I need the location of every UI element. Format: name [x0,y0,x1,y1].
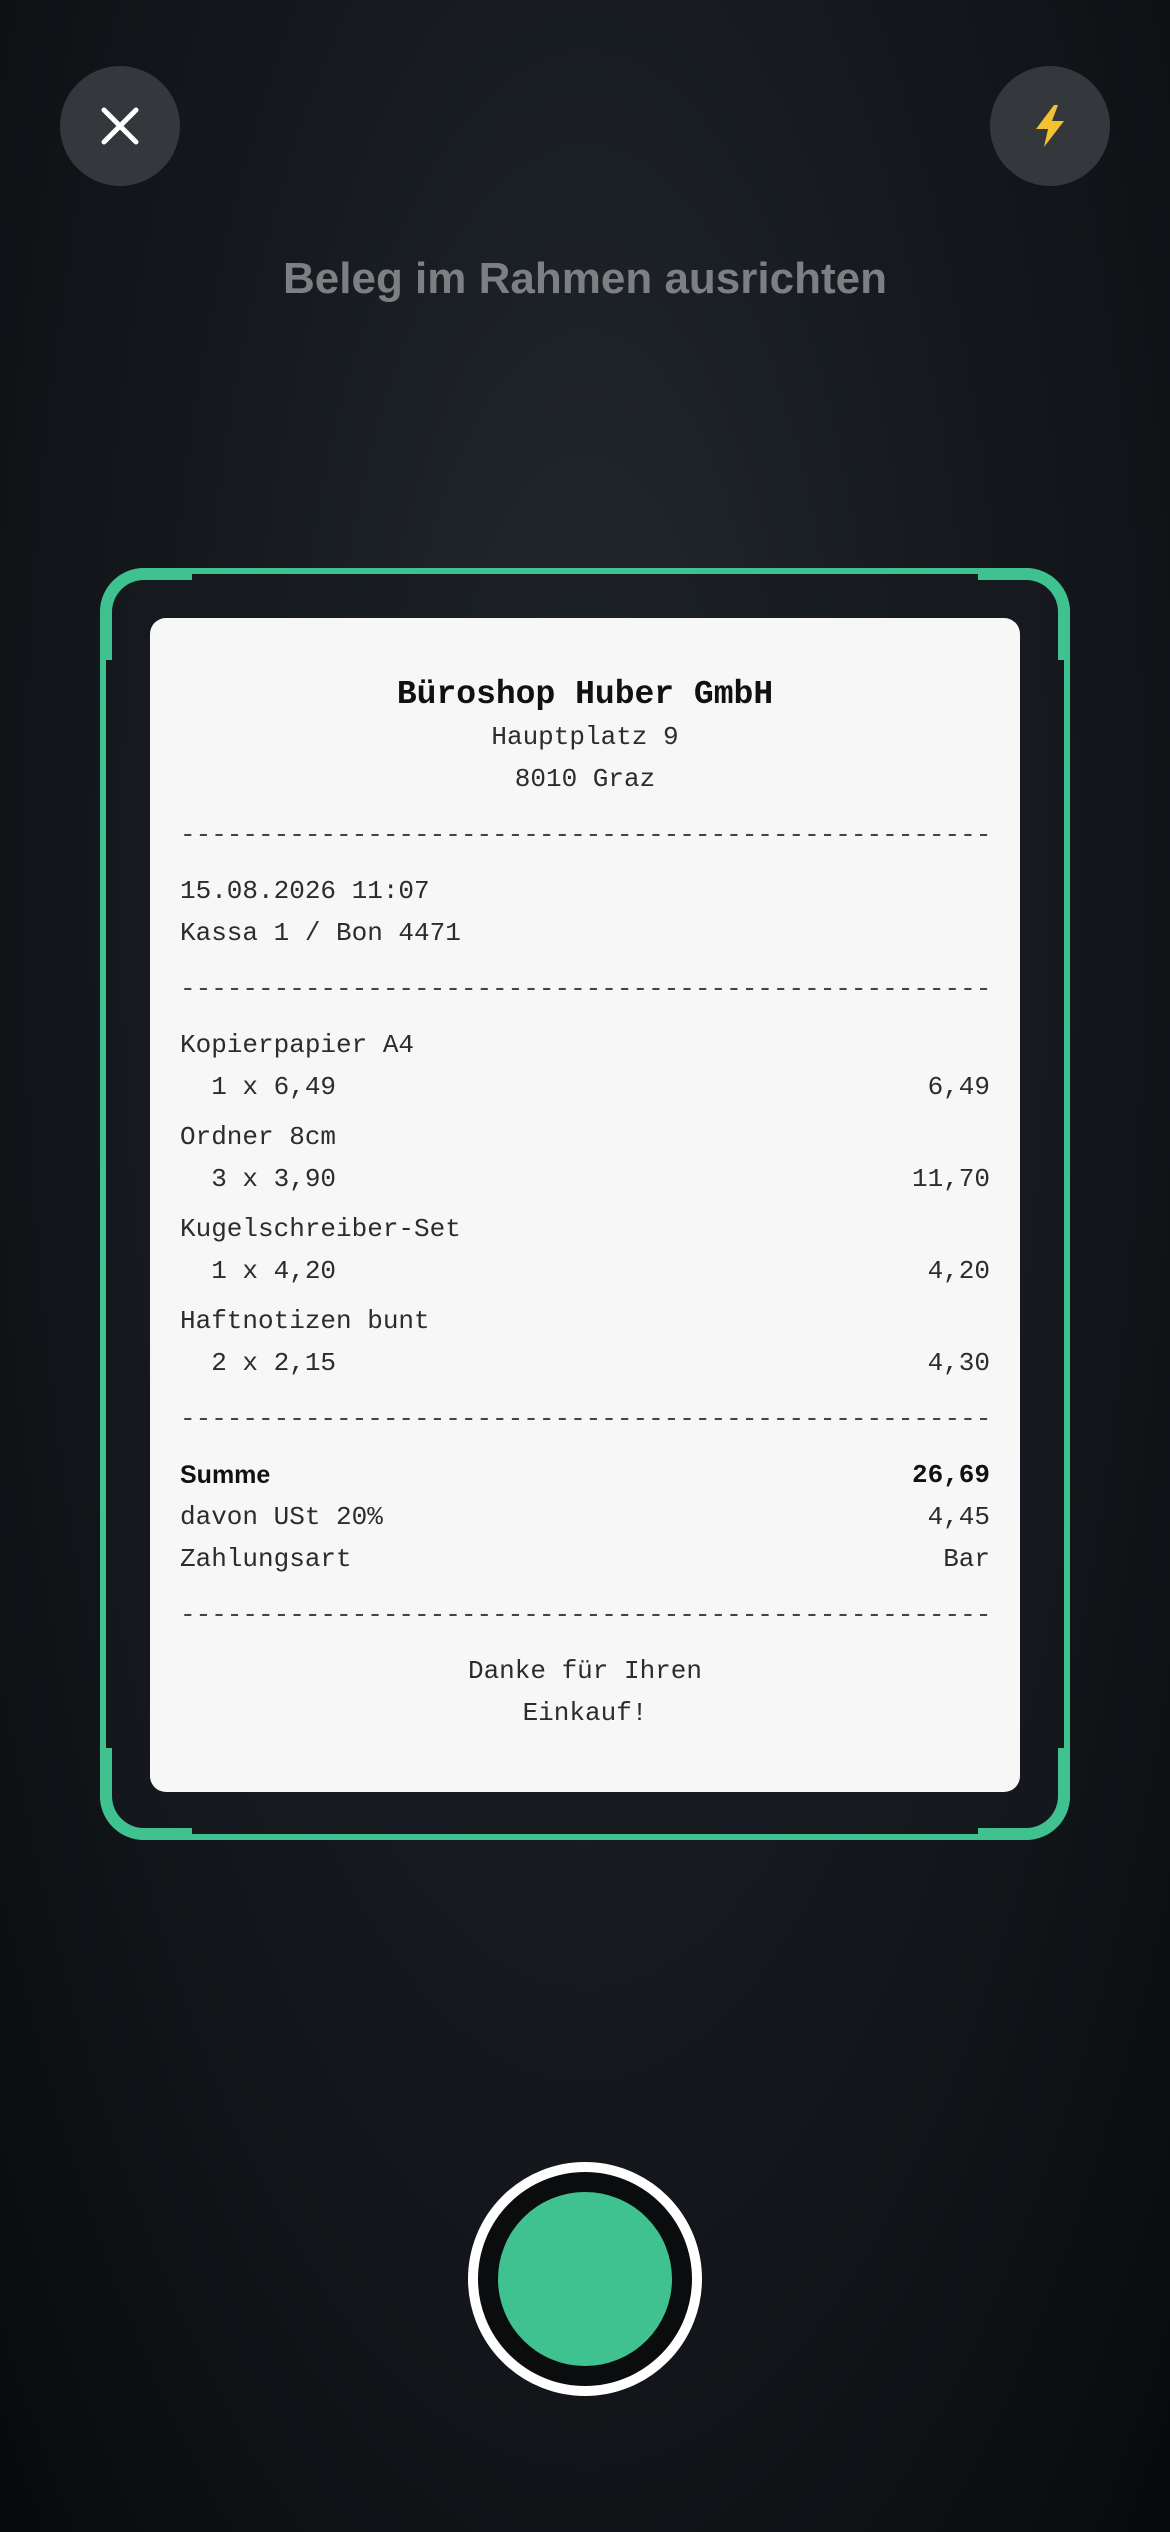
receipt-vat-row: davon USt 20% 4,45 [180,1496,990,1538]
receipt-separator: ----------------------------------------… [180,1404,990,1434]
receipt-separator: ----------------------------------------… [180,974,990,1004]
item-name: Ordner 8cm [180,1122,337,1152]
receipt-register: Kassa 1 / Bon 4471 [180,918,461,948]
close-icon [101,107,139,145]
receipt-item: Kopierpapier A4 1 x 6,49 6,49 [180,1024,990,1108]
flash-toggle-button[interactable] [990,66,1110,186]
payment-value: Bar [943,1544,990,1574]
receipt-items: Kopierpapier A4 1 x 6,49 6,49 Ordner 8cm… [180,1024,990,1384]
receipt-separator: ----------------------------------------… [180,820,990,850]
item-total: 4,30 [927,1348,990,1378]
receipt-thanks-line1: Danke für Ihren [467,1656,703,1686]
receipt-address-line1: Hauptplatz 9 [491,722,679,752]
receipt-separator: ----------------------------------------… [180,1600,990,1630]
flash-icon [1036,105,1064,147]
item-total: 11,70 [911,1164,990,1194]
receipt-item: Ordner 8cm 3 x 3,90 11,70 [180,1116,990,1200]
item-total: 6,49 [927,1072,990,1102]
receipt-item: Haftnotizen bunt 2 x 2,15 4,30 [180,1300,990,1384]
receipt-address-line2: 8010 Graz [514,764,656,794]
item-name: Kugelschreiber-Set [180,1214,461,1244]
item-qty-price: 3 x 3,90 [180,1164,337,1194]
shutter-button[interactable] [468,2162,702,2396]
sum-label: Summe [180,1461,271,1489]
sum-value: 26,69 [911,1460,990,1490]
item-qty-price: 2 x 2,15 [180,1348,337,1378]
item-total: 4,20 [927,1256,990,1286]
receipt-thanks-line2: Einkauf! [522,1698,648,1728]
item-qty-price: 1 x 4,20 [180,1256,337,1286]
receipt-shop-name: Büroshop Huber GmbH [396,676,774,713]
close-button[interactable] [60,66,180,186]
receipt-datetime: 15.08.2026 11:07 [180,876,430,906]
payment-label: Zahlungsart [180,1544,352,1574]
receipt-payment-row: Zahlungsart Bar [180,1538,990,1580]
vat-value: 4,45 [927,1502,990,1532]
item-name: Kopierpapier A4 [180,1030,415,1060]
receipt-preview: Büroshop Huber GmbH Hauptplatz 9 8010 Gr… [150,618,1020,1792]
shutter-button-inner[interactable] [498,2192,672,2366]
alignment-hint: Beleg im Rahmen ausrichten [283,254,887,303]
receipt-sum-row: Summe 26,69 [180,1454,990,1496]
vat-label: davon USt 20% [180,1502,383,1532]
receipt-item: Kugelschreiber-Set 1 x 4,20 4,20 [180,1208,990,1292]
item-qty-price: 1 x 6,49 [180,1072,337,1102]
item-name: Haftnotizen bunt [180,1306,430,1336]
